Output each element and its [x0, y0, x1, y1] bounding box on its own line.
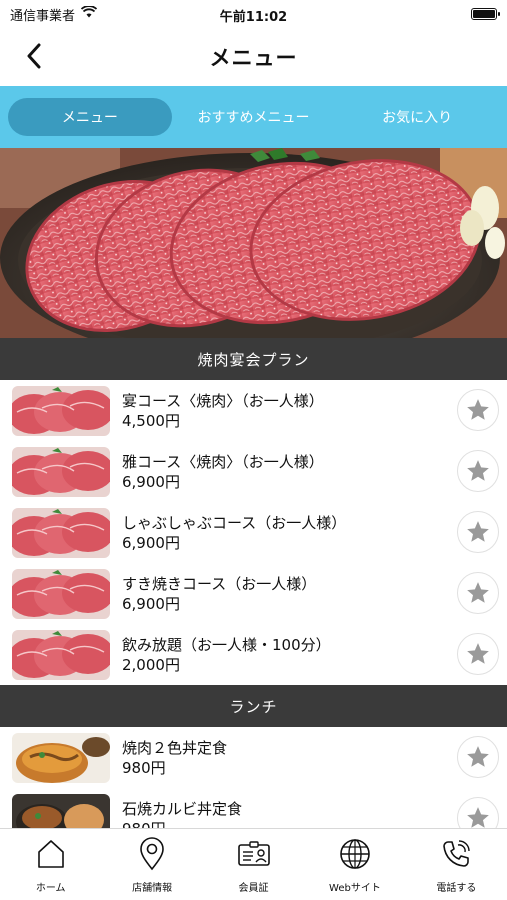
item-text: 焼肉２色丼定食 980円	[122, 738, 495, 778]
list-item[interactable]: 焼肉２色丼定食 980円	[0, 727, 507, 788]
tab-recommended[interactable]: おすすめメニュー	[172, 98, 336, 136]
tab-favorites[interactable]: お気に入り	[335, 98, 499, 136]
list-item[interactable]: 飲み放題（お一人様・100分） 2,000円	[0, 624, 507, 685]
item-price: 2,000円	[122, 655, 180, 674]
star-icon	[467, 643, 489, 664]
favorite-button[interactable]	[457, 389, 499, 431]
item-thumbnail	[12, 446, 110, 497]
item-thumbnail	[12, 385, 110, 436]
section-header: 焼肉宴会プラン	[0, 338, 507, 380]
tab-home[interactable]: ホーム	[0, 829, 101, 900]
tab-label: Webサイト	[329, 883, 381, 894]
item-name: 宴コース〈焼肉〉（お一人様）	[122, 391, 324, 410]
item-thumbnail	[12, 793, 110, 828]
item-thumbnail	[12, 568, 110, 619]
favorite-button[interactable]	[457, 511, 499, 553]
list-item[interactable]: しゃぶしゃぶコース（お一人様） 6,900円	[0, 502, 507, 563]
phone-icon	[439, 837, 473, 871]
back-button[interactable]	[18, 40, 50, 72]
favorite-button[interactable]	[457, 736, 499, 778]
hero-image	[0, 148, 507, 338]
item-name: 石焼カルビ丼定食	[122, 799, 243, 818]
item-price: 4,500円	[122, 411, 180, 430]
tab-store-info[interactable]: 店舗情報	[101, 829, 202, 900]
bottom-tab-bar: ホーム 店舗情報 会員証 Webサイト 電話する	[0, 828, 507, 900]
item-thumbnail	[12, 629, 110, 680]
tab-website[interactable]: Webサイト	[304, 829, 405, 900]
status-bar: 通信事業者 午前11:02	[0, 0, 507, 28]
tab-member-card[interactable]: 会員証	[203, 829, 304, 900]
favorite-button[interactable]	[457, 450, 499, 492]
item-name: しゃぶしゃぶコース（お一人様）	[122, 513, 347, 532]
nav-bar: メニュー	[0, 28, 507, 86]
page-title: メニュー	[209, 46, 298, 70]
star-icon	[467, 807, 489, 828]
list-item[interactable]: 雅コース〈焼肉〉（お一人様） 6,900円	[0, 441, 507, 502]
list-item[interactable]: 石焼カルビ丼定食 980円	[0, 788, 507, 828]
star-icon	[467, 746, 489, 767]
item-name: 雅コース〈焼肉〉（お一人様）	[122, 452, 324, 471]
menu-list[interactable]: 焼肉宴会プラン 宴コース〈焼肉〉（お一人様） 4,500円 雅コース〈焼肉〉（お…	[0, 338, 507, 828]
item-name: 飲み放題（お一人様・100分）	[122, 635, 331, 654]
item-text: 石焼カルビ丼定食 980円	[122, 799, 495, 829]
chevron-left-icon	[27, 43, 41, 69]
item-text: 雅コース〈焼肉〉（お一人様） 6,900円	[122, 452, 495, 492]
list-item[interactable]: 宴コース〈焼肉〉（お一人様） 4,500円	[0, 380, 507, 441]
item-name: 焼肉２色丼定食	[122, 738, 228, 757]
item-price: 980円	[122, 819, 495, 829]
battery-icon	[471, 8, 500, 20]
item-thumbnail	[12, 732, 110, 783]
item-price: 6,900円	[122, 594, 180, 613]
section-header: ランチ	[0, 685, 507, 727]
home-icon	[34, 837, 68, 871]
item-price: 6,900円	[122, 472, 180, 491]
item-thumbnail	[12, 507, 110, 558]
list-item[interactable]: すき焼きコース（お一人様） 6,900円	[0, 563, 507, 624]
tab-label: 店舗情報	[132, 883, 173, 894]
member-card-icon	[237, 837, 271, 871]
item-name: すき焼きコース（お一人様）	[122, 574, 317, 593]
segment-tabs: メニュー おすすめメニュー お気に入り	[0, 86, 507, 148]
item-text: しゃぶしゃぶコース（お一人様） 6,900円	[122, 513, 495, 553]
item-text: 宴コース〈焼肉〉（お一人様） 4,500円	[122, 391, 495, 431]
star-icon	[467, 582, 489, 603]
item-price: 6,900円	[122, 533, 180, 552]
map-pin-icon	[135, 837, 169, 871]
favorite-button[interactable]	[457, 572, 499, 614]
star-icon	[467, 399, 489, 420]
globe-icon	[338, 837, 372, 871]
item-text: 飲み放題（お一人様・100分） 2,000円	[122, 635, 495, 675]
tab-label: ホーム	[35, 883, 66, 894]
status-time: 午前11:02	[219, 10, 288, 25]
favorite-button[interactable]	[457, 633, 499, 675]
tab-label: 電話する	[436, 883, 477, 894]
item-text: すき焼きコース（お一人様） 6,900円	[122, 574, 495, 614]
item-price: 980円	[122, 758, 166, 777]
star-icon	[467, 460, 489, 481]
tab-call[interactable]: 電話する	[406, 829, 507, 900]
tab-label: 会員証	[238, 883, 269, 894]
tab-menu[interactable]: メニュー	[8, 98, 172, 136]
star-icon	[467, 521, 489, 542]
